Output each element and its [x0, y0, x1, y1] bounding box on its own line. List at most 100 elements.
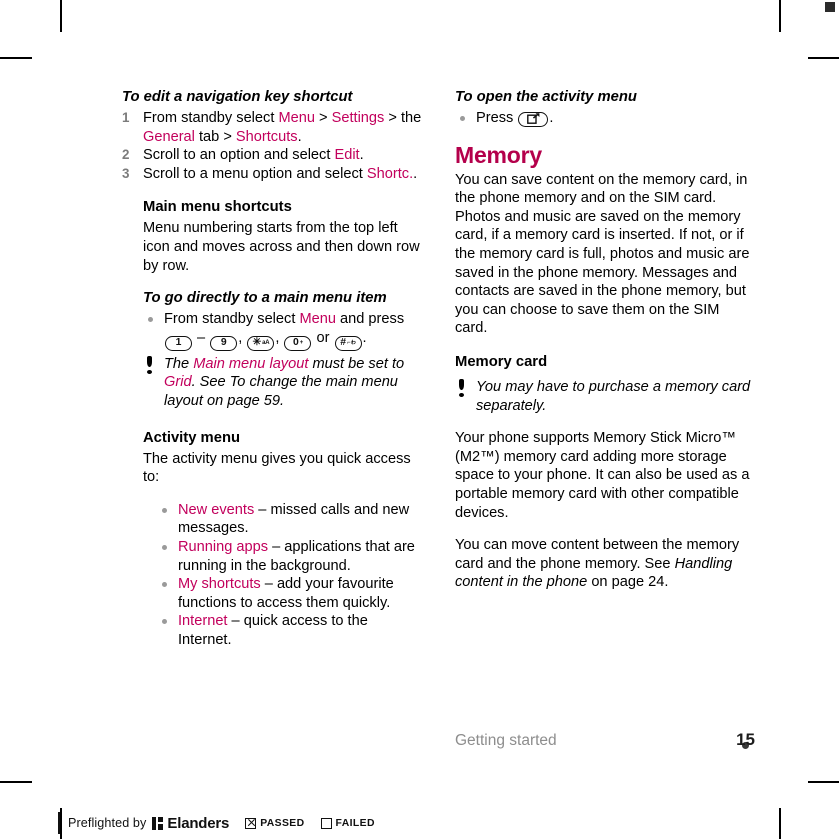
right-column: To open the activity menu Press . Memory… [455, 88, 755, 592]
section-activity-menu: Activity menu The activity menu gives yo… [143, 428, 422, 650]
inline-reference: Running apps [178, 538, 269, 555]
phone-key-sublabel: aA [262, 339, 270, 346]
registration-square-top-right [825, 2, 835, 12]
phone-key-sublabel: ⌐ゎ [346, 339, 356, 346]
procedure-heading: To edit a navigation key shortcut [122, 89, 353, 105]
crop-mark-bottom-right-horizontal [808, 781, 839, 783]
inline-text: Scroll to a menu option and select [143, 165, 367, 182]
preflight-stamp: Preflighted by Elanders PASSED FAILED [58, 812, 375, 834]
crop-mark-bottom-left-horizontal [0, 781, 32, 783]
activity-menu-key-icon [518, 112, 549, 127]
checkbox-passed-icon [245, 817, 257, 829]
inline-reference: Menu [299, 311, 336, 328]
inline-reference: . See To change the main menu layout on … [164, 374, 398, 409]
phone-key-2-icon: ✳aA [247, 335, 275, 351]
preflight-failed: FAILED [320, 817, 375, 829]
preflight-label: Preflighted by [68, 816, 147, 830]
crop-mark-top-right-horizontal [808, 57, 839, 59]
press-label: Press [476, 110, 518, 126]
checkbox-failed-icon [320, 817, 332, 829]
list-item-text: New events – missed calls and new messag… [178, 502, 409, 537]
step-text: Scroll to a menu option and select Short… [143, 166, 417, 182]
phone-key-label: 0 [292, 336, 299, 348]
preflight-passed: PASSED [245, 817, 305, 829]
section-heading: Main menu shortcuts [143, 199, 292, 216]
footer-section-title: Getting started [455, 732, 557, 749]
procedure-steps: From standby select Menu and press 1 – 9… [143, 310, 422, 351]
procedure-heading: To open the activity menu [455, 89, 637, 105]
inline-text: . [297, 128, 302, 145]
inline-text: Scroll to an option and select [143, 147, 335, 164]
note-text: The Main menu layout must be set to Grid… [164, 356, 404, 409]
list-item: My shortcuts – add your favourite functi… [157, 575, 422, 612]
inline-reference: New events [178, 501, 255, 518]
memory-card-body-1: Your phone supports Memory Stick Micro™ … [455, 430, 750, 521]
step-text: From standby select Menu and press 1 – 9… [164, 311, 405, 351]
inline-reference: My shortcuts [178, 576, 261, 593]
list-item: Running apps – applications that are run… [157, 538, 422, 575]
memory-body: You can save content on the memory card,… [455, 171, 750, 337]
section-heading: Activity menu [143, 429, 241, 446]
note-body: The Main menu layout must be set to Grid… [143, 355, 422, 411]
procedure-steps: Press . [455, 109, 755, 128]
step-item: Press . [455, 109, 755, 128]
memory-card-body-2: You can move content between the memory … [455, 536, 755, 592]
phone-key-label: # [340, 336, 346, 348]
phone-key-label: ✳ [252, 336, 262, 348]
preflight-passed-label: PASSED [260, 817, 305, 829]
inline-text: From standby select [143, 110, 279, 126]
list-item-text: Internet – quick access to the Internet. [178, 613, 368, 648]
activity-arrow-glyph [526, 113, 540, 124]
crop-mark-top-left-horizontal [0, 57, 32, 59]
inline-text: . [413, 165, 418, 182]
inline-reference: Menu [278, 110, 315, 126]
inline-reference: The [164, 355, 194, 372]
preflight-brand: Elanders [167, 814, 230, 832]
phone-key-3-icon: 0+ [284, 335, 312, 351]
section-body: The activity menu gives you quick access… [143, 450, 411, 486]
inline-text: From standby select [164, 311, 300, 328]
inline-reference: Edit [334, 147, 360, 164]
phone-key-4-icon: #⌐ゎ [334, 335, 362, 351]
step-item: Scroll to a menu option and select Short… [122, 165, 422, 184]
phone-key-label: 9 [220, 336, 227, 348]
inline-reference: Shortc. [366, 165, 414, 182]
section-memory: Memory You can save content on the memor… [455, 142, 755, 338]
inline-text: tab > [194, 128, 236, 145]
crop-mark-bottom-right-vertical [779, 808, 781, 839]
list-item: Internet – quick access to the Internet. [157, 612, 422, 649]
activity-menu-list: New events – missed calls and new messag… [157, 501, 422, 650]
section-heading: Memory card [455, 353, 548, 370]
inline-reference: Settings [331, 110, 385, 126]
note-memory-card-purchase: You may have to purchase a memory card s… [455, 378, 755, 415]
section-memory-card: Memory card You may have to purchase a m… [455, 352, 755, 592]
note-text: You may have to purchase a memory card s… [476, 378, 751, 414]
phone-key-label: 1 [175, 336, 182, 348]
period: . [549, 110, 554, 126]
phone-key-sublabel: + [299, 339, 304, 346]
procedure-open-activity-menu: To open the activity menu Press . [455, 88, 755, 128]
crop-mark-top-left-vertical [60, 0, 62, 32]
note-main-menu-layout: The Main menu layout must be set to Grid… [143, 355, 422, 411]
crop-mark-top-right-vertical [779, 0, 781, 32]
step-text: From standby select Menu > Settings > th… [143, 110, 421, 145]
procedure-heading: To go directly to a main menu item [143, 290, 387, 307]
page-footer: Getting started 15 [455, 730, 755, 750]
inline-text: . [362, 329, 367, 346]
step-item: From standby select Menu > Settings > th… [122, 109, 422, 146]
inline-text: . [359, 147, 364, 164]
inline-reference: Internet [178, 613, 228, 630]
exclamation-icon [145, 354, 155, 374]
inline-text: on page 24. [587, 574, 669, 591]
phone-key-1-icon: 9 [210, 335, 238, 351]
chapter-heading-memory: Memory [455, 141, 542, 168]
preflight-failed-label: FAILED [335, 817, 375, 829]
inline-text: > [314, 110, 332, 126]
page-canvas: To edit a navigation key shortcut From s… [0, 0, 839, 839]
inline-text: > the [384, 110, 422, 126]
inline-text: , [238, 329, 247, 346]
inline-text: and press [335, 311, 405, 328]
section-main-menu-shortcuts: Main menu shortcuts Menu numbering start… [143, 197, 422, 275]
list-item: New events – missed calls and new messag… [157, 501, 422, 538]
inline-text: , [275, 329, 284, 346]
